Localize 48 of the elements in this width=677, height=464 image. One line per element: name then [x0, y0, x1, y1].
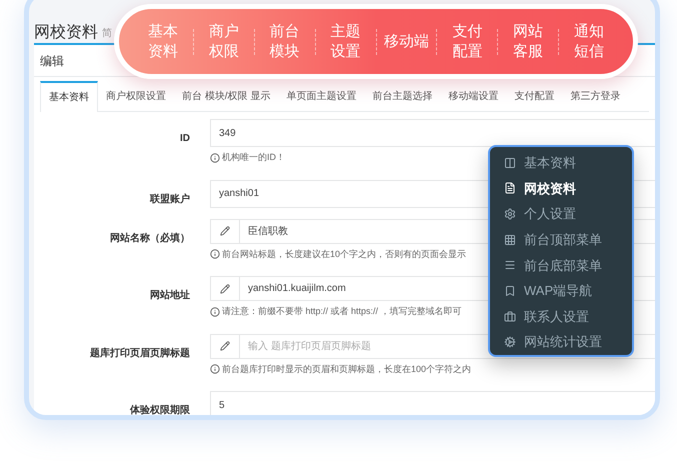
quick-nav-item[interactable]: 前台 模块 [254, 22, 315, 62]
help-text: 前台网站标题，长度建议在10个字之内，否则有的页面会显示 [222, 248, 466, 260]
pencil-icon [220, 226, 230, 236]
field-label: ID [180, 133, 190, 144]
help-text: 机构唯一的ID！ [222, 151, 285, 164]
menu-item[interactable]: 前台底部菜单 [504, 252, 632, 278]
quick-nav-item[interactable]: 支付 配置 [437, 22, 498, 62]
grid-icon [504, 234, 516, 246]
help-text: 前台题库打印时显示的页眉和页脚标题，长度在100个字符之内 [222, 362, 472, 376]
page-title: 网校资料 [34, 25, 98, 41]
tab[interactable]: 支付配置 [506, 81, 562, 111]
gear-icon [504, 208, 516, 220]
page-subtitle: 简 [102, 27, 112, 41]
tab[interactable]: 前台主题选择 [364, 81, 440, 111]
info-icon [210, 364, 220, 374]
tab[interactable]: 商户权限设置 [98, 81, 174, 111]
info-icon [210, 249, 220, 260]
field-label: 题库打印页眉页脚标题 [90, 348, 190, 358]
tab[interactable]: 前台 模块/权限 显示 [174, 81, 278, 111]
quick-nav-item[interactable]: 商户 权限 [194, 22, 254, 62]
bookmark-icon [504, 284, 516, 297]
tab[interactable]: 单页面主题设置 [278, 81, 364, 111]
tab[interactable]: 第三方登录 [562, 81, 628, 111]
quick-nav-item[interactable]: 移动端 [376, 32, 436, 52]
menu-item[interactable]: 联系人设置 [504, 304, 632, 330]
pencil-icon [220, 341, 230, 351]
field-label: 联盟账户 [150, 194, 190, 204]
field-label: 网站名称（必填） [110, 232, 190, 244]
columns-icon [504, 156, 516, 169]
document-icon [504, 182, 516, 194]
field-label: 网站地址 [150, 290, 190, 301]
quick-nav-item[interactable]: 主题 设置 [316, 22, 376, 62]
quick-nav-item[interactable]: 通知 短信 [559, 22, 619, 62]
menu-item[interactable]: 基本资料 [504, 150, 632, 176]
briefcase-icon [504, 310, 516, 323]
tab[interactable]: 移动端设置 [440, 81, 506, 111]
panel-title: 编辑 [40, 52, 64, 70]
input-field[interactable]: 349 [210, 119, 655, 147]
menu-icon [504, 259, 516, 272]
quick-nav-item[interactable]: 网站 客服 [498, 22, 558, 62]
help-text: 请注意：前缀不要带 http:// 或者 https:// ，填写完整域名即可 [222, 305, 462, 318]
pencil-icon [220, 284, 230, 294]
menu-item[interactable]: WAP端导航 [504, 278, 632, 304]
field-label: 体验权限期限 [130, 405, 190, 415]
input-field[interactable]: 5 [210, 391, 655, 415]
info-icon [210, 152, 220, 163]
info-icon [210, 306, 220, 317]
tab[interactable]: 基本资料 [40, 81, 98, 112]
